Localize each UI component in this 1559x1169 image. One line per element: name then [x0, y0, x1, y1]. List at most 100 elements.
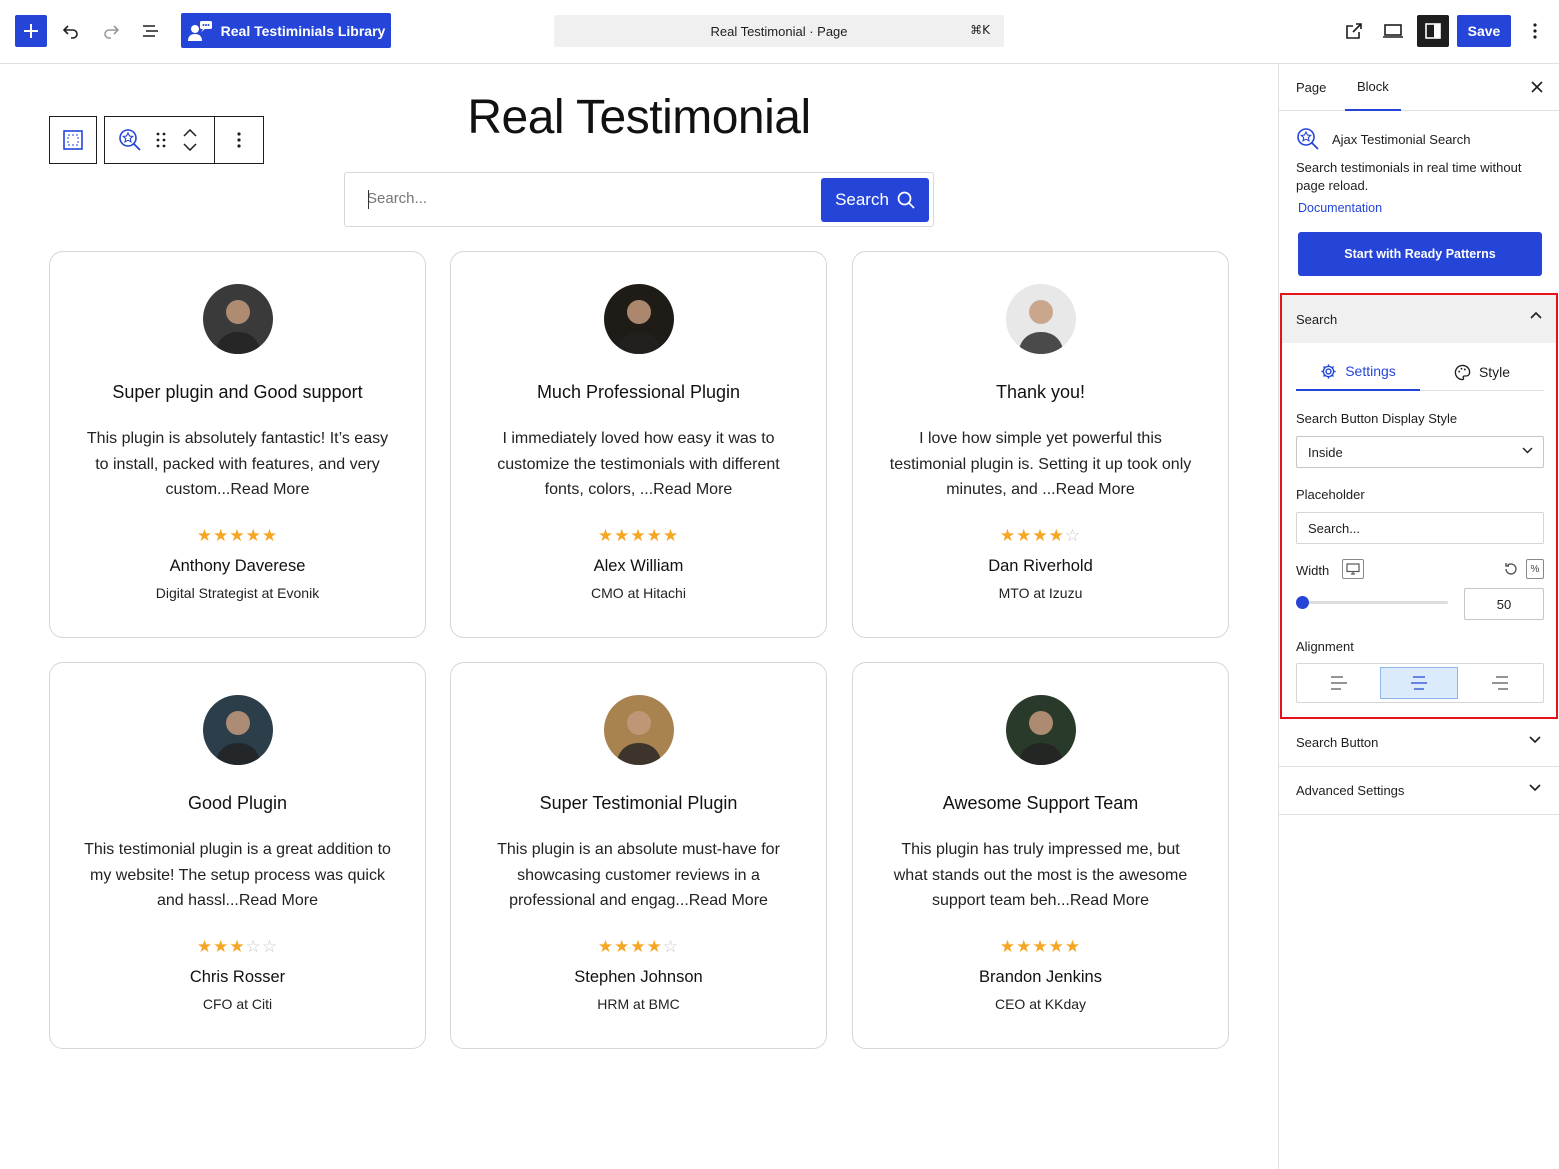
more-vertical-icon	[1533, 23, 1537, 39]
display-style-select[interactable]: Inside	[1296, 436, 1544, 468]
view-page-button[interactable]	[1339, 16, 1369, 46]
align-center-icon	[1411, 676, 1427, 690]
reviewer-name: Dan Riverhold	[988, 557, 1093, 575]
tab-settings-label: Settings	[1345, 363, 1396, 379]
testimonial-text: This testimonial plugin is a great addit…	[84, 841, 391, 909]
close-sidebar-button[interactable]	[1527, 77, 1547, 97]
testimonial-text: This plugin is absolutely fantastic! It’…	[86, 430, 389, 498]
star-filled-icon: ★	[196, 937, 214, 957]
placeholder-label: Placeholder	[1296, 487, 1365, 502]
search-panel-header[interactable]: Search	[1282, 295, 1556, 343]
reviewer-name: Alex William	[593, 557, 684, 575]
testimonial-title: Super plugin and Good support	[112, 382, 363, 402]
device-preview-button[interactable]	[1378, 16, 1408, 46]
testimonial-title: Good Plugin	[187, 793, 288, 813]
add-block-button[interactable]	[15, 15, 47, 47]
star-filled-icon: ★	[196, 526, 214, 546]
align-left-icon	[1331, 676, 1347, 690]
testimonial-library-icon	[187, 20, 212, 41]
avatar	[604, 695, 674, 765]
star-filled-icon: ★	[245, 526, 262, 546]
search-button-section[interactable]: Search Button	[1279, 719, 1559, 767]
tab-settings[interactable]: Settings	[1296, 353, 1420, 391]
star-filled-icon: ★	[1064, 937, 1082, 957]
tab-page[interactable]: Page	[1296, 64, 1326, 111]
testimonial-text: I love how simple yet powerful this test…	[889, 430, 1192, 498]
star-filled-icon: ★	[261, 526, 279, 546]
star-filled-icon: ★	[597, 937, 615, 957]
advanced-settings-section[interactable]: Advanced Settings	[1279, 767, 1559, 815]
advanced-settings-label: Advanced Settings	[1296, 783, 1405, 798]
align-center-button[interactable]	[1380, 667, 1458, 699]
ready-patterns-button[interactable]: Start with Ready Patterns	[1298, 232, 1542, 276]
options-menu-button[interactable]	[1521, 16, 1549, 46]
star-rating: ★★★☆☆	[50, 937, 425, 957]
responsive-device-button[interactable]	[1342, 559, 1364, 579]
plus-icon	[24, 24, 38, 38]
reviewer-role: CFO at Citi	[202, 996, 273, 1012]
star-filled-icon: ★	[1032, 526, 1049, 546]
search-button-section-label: Search Button	[1296, 735, 1379, 750]
star-filled-icon: ★	[1032, 937, 1049, 957]
editor-top-bar: Real Testiminials Library Real Testimoni…	[0, 0, 1559, 64]
testimonial-card: Super plugin and Good support This plugin…	[49, 251, 426, 638]
avatar	[203, 284, 273, 354]
chevron-down-icon	[1522, 447, 1533, 454]
redo-icon	[104, 25, 120, 39]
testimonial-search-input[interactable]	[367, 190, 807, 207]
tab-style[interactable]: Style	[1420, 353, 1544, 391]
shortcut-hint: ⌘K	[970, 23, 990, 37]
star-filled-icon: ★	[646, 937, 663, 957]
text-caret	[368, 190, 369, 209]
gear-icon	[1321, 363, 1336, 379]
testimonials-library-button[interactable]: Real Testiminials Library	[181, 13, 391, 48]
documentation-link[interactable]: Documentation	[1298, 201, 1382, 215]
block-description: Search testimonials in real time without…	[1296, 160, 1522, 193]
tab-block[interactable]: Block	[1345, 64, 1401, 111]
command-palette-bar[interactable]: Real Testimonial · Page ⌘K	[554, 15, 1004, 47]
settings-sidebar: Page Block Ajax Testimonial Search Searc…	[1278, 64, 1559, 1169]
star-filled-icon: ★	[1016, 937, 1033, 957]
testimonial-card: Much Professional Plugin I immediately lo…	[450, 251, 827, 638]
alignment-buttons	[1296, 663, 1544, 703]
avatar	[1006, 695, 1076, 765]
redo-button[interactable]	[96, 16, 126, 46]
star-filled-icon: ★	[999, 526, 1017, 546]
chevron-down-icon	[1529, 784, 1541, 792]
desktop-icon	[1346, 563, 1360, 575]
tab-style-label: Style	[1478, 364, 1511, 380]
align-right-button[interactable]	[1461, 667, 1539, 699]
align-left-button[interactable]	[1300, 667, 1378, 699]
document-overview-button[interactable]	[136, 16, 166, 46]
star-filled-icon: ★	[229, 937, 246, 957]
star-filled-icon: ★	[614, 937, 631, 957]
save-button[interactable]: Save	[1457, 15, 1511, 47]
width-slider-thumb[interactable]	[1296, 596, 1309, 609]
placeholder-field[interactable]: Search...	[1296, 512, 1544, 544]
testimonial-text: I immediately loved how easy it was to c…	[497, 430, 780, 498]
reviewer-name: Chris Rosser	[189, 968, 286, 986]
star-rating: ★★★★★	[50, 526, 425, 546]
reviewer-name: Anthony Daverese	[169, 557, 306, 575]
search-panel-title: Search	[1296, 311, 1338, 327]
search-submit-button[interactable]: Search	[821, 178, 929, 222]
alignment-label: Alignment	[1296, 639, 1354, 654]
star-filled-icon: ★	[646, 526, 663, 546]
page-title[interactable]: Real Testimonial	[0, 90, 1278, 145]
settings-sidebar-toggle[interactable]	[1417, 15, 1449, 47]
width-number-input[interactable]: 50	[1464, 588, 1544, 620]
star-empty-icon: ☆	[261, 937, 279, 957]
reset-icon[interactable]	[1503, 561, 1519, 577]
testimonial-title: Much Professional Plugin	[536, 382, 741, 402]
library-button-label: Real Testiminials Library	[220, 22, 386, 39]
unit-selector[interactable]: %	[1526, 559, 1544, 579]
width-slider-track[interactable]	[1302, 601, 1448, 604]
star-rating: ★★★★☆	[853, 526, 1228, 546]
star-filled-icon: ★	[1016, 526, 1033, 546]
reviewer-role: CMO at Hitachi	[591, 585, 686, 601]
chevron-up-icon	[1530, 311, 1542, 319]
search-settings-panel: Search Settings Style Search Button Disp…	[1280, 293, 1558, 719]
testimonial-card: Thank you! I love how simple yet powerful…	[852, 251, 1229, 638]
star-filled-icon: ★	[662, 526, 680, 546]
undo-button[interactable]	[56, 16, 86, 46]
